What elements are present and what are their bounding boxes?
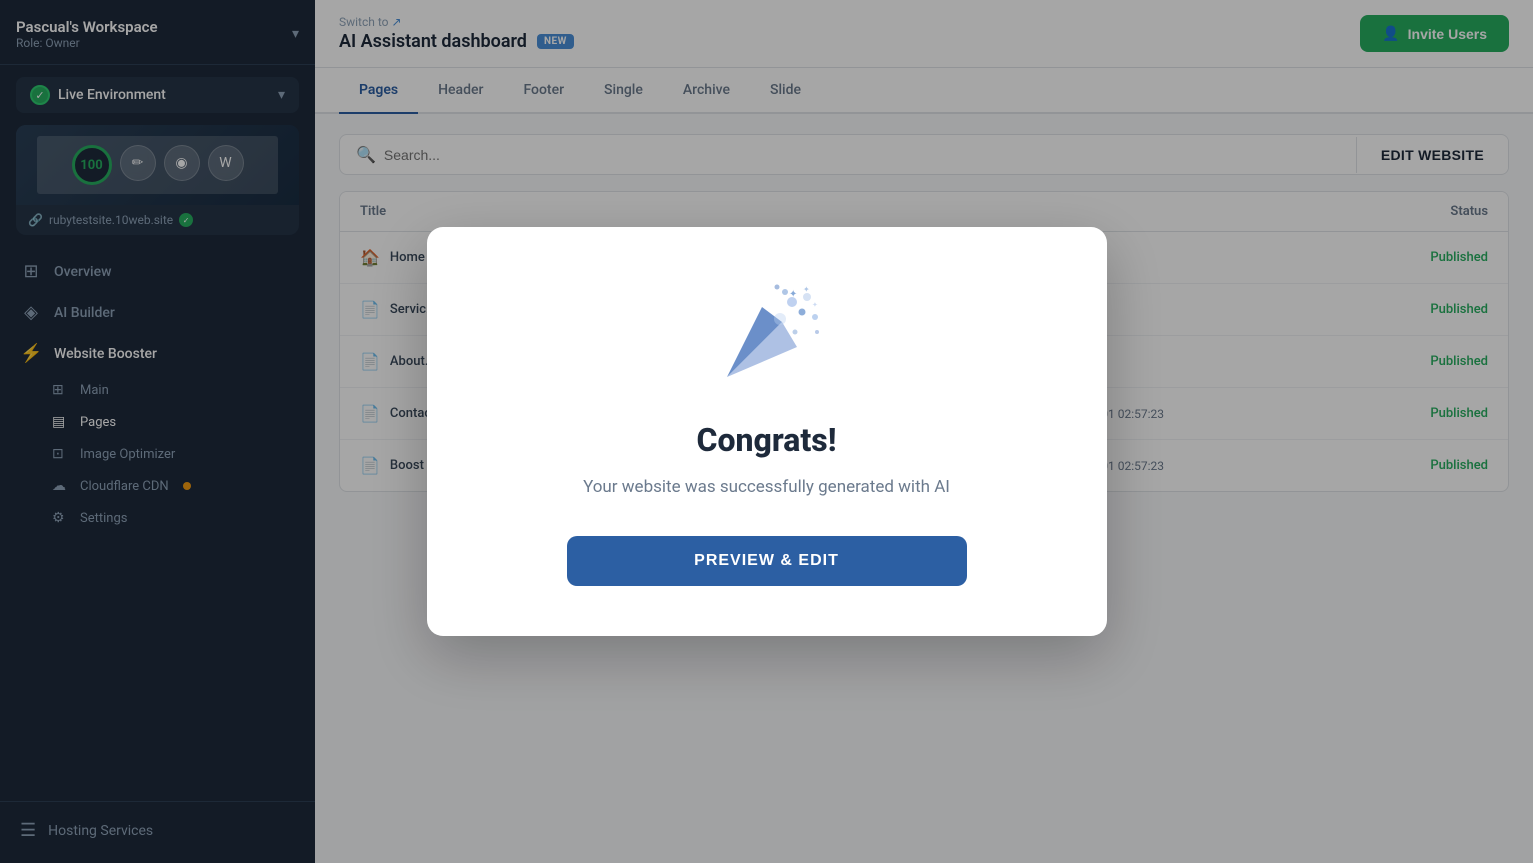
preview-edit-button[interactable]: PREVIEW & EDIT: [567, 536, 967, 586]
congrats-subtitle: Your website was successfully generated …: [487, 475, 1047, 501]
svg-text:✦: ✦: [789, 289, 797, 300]
svg-text:✦: ✦: [812, 301, 818, 309]
congrats-modal: ✦ ✦ ✦ Congrats! Your website was success…: [427, 227, 1107, 637]
congrats-illustration: ✦ ✦ ✦: [707, 277, 827, 397]
congrats-title: Congrats!: [487, 421, 1047, 459]
svg-text:✦: ✦: [803, 285, 810, 294]
modal-overlay[interactable]: ✦ ✦ ✦ Congrats! Your website was success…: [0, 0, 1533, 863]
